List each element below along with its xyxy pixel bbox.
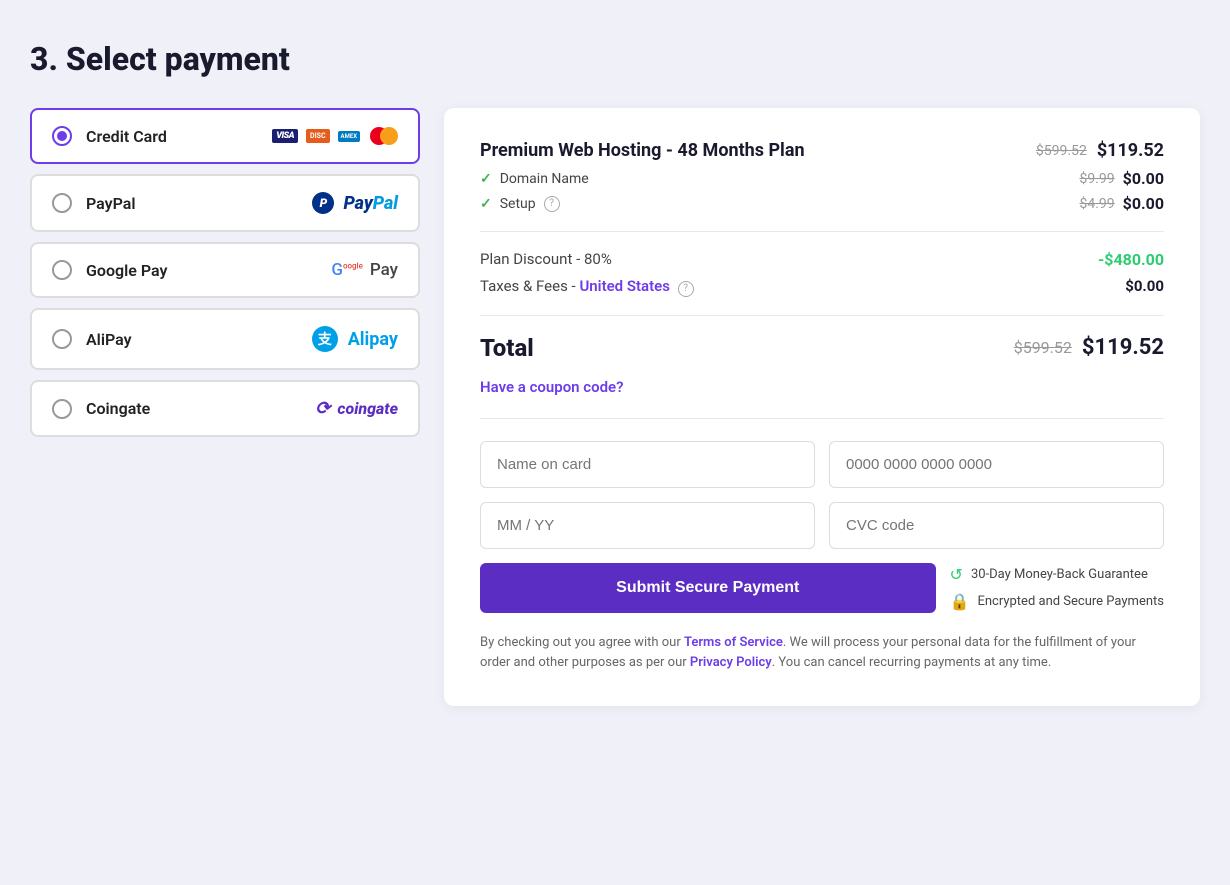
feature-domain-name: Domain Name [500, 171, 589, 187]
taxes-label: Taxes & Fees - United States ? [480, 277, 694, 297]
total-price-group: $599.52 $119.52 [1014, 335, 1164, 360]
coingate-label: Coingate [86, 399, 150, 418]
form-divider [480, 418, 1164, 419]
google-pay-label: Google Pay [86, 261, 167, 280]
form-row-top [480, 441, 1164, 488]
discount-label: Plan Discount - 80% [480, 250, 612, 269]
cvc-input[interactable] [829, 502, 1164, 549]
radio-coingate [52, 399, 72, 419]
mastercard-icon [370, 127, 398, 145]
alipay-logo: 支 Alipay [312, 326, 398, 352]
total-price-old: $599.52 [1014, 338, 1072, 357]
discount-row: Plan Discount - 80% -$480.00 [480, 250, 1164, 269]
lock-icon: 🔒 [950, 592, 970, 611]
encrypted-badge: 🔒 Encrypted and Secure Payments [950, 592, 1164, 611]
money-back-text: 30-Day Money-Back Guarantee [971, 567, 1148, 582]
privacy-link[interactable]: Privacy Policy [690, 655, 772, 670]
plan-row: Premium Web Hosting - 48 Months Plan $59… [480, 140, 1164, 161]
payment-option-left: Google Pay [52, 260, 167, 280]
paypal-label: PayPal [86, 194, 136, 213]
payment-option-google-pay[interactable]: Google Pay Google Pay [30, 242, 420, 298]
footer-text: By checking out you agree with our Terms… [480, 633, 1164, 675]
money-back-icon: ↺ [950, 565, 963, 584]
card-form: Submit Secure Payment ↺ 30-Day Money-Bac… [480, 441, 1164, 613]
pay-text: Pay [370, 260, 398, 280]
coingate-text: coingate [337, 399, 398, 418]
domain-price-new: $0.00 [1123, 169, 1164, 188]
alipay-text: Alipay [348, 329, 398, 350]
radio-google-pay [52, 260, 72, 280]
submit-payment-button[interactable]: Submit Secure Payment [480, 563, 936, 613]
radio-credit-card [52, 126, 72, 146]
total-price-new: $119.52 [1082, 335, 1164, 360]
card-number-input[interactable] [829, 441, 1164, 488]
taxes-amount: $0.00 [1125, 277, 1164, 297]
amex-icon: AMEX [338, 131, 360, 142]
payment-option-paypal[interactable]: PayPal P PayPal [30, 174, 420, 232]
plan-price-old: $599.52 [1036, 143, 1087, 159]
security-badges: ↺ 30-Day Money-Back Guarantee 🔒 Encrypte… [950, 565, 1164, 611]
feature-domain-left: ✓ Domain Name [480, 171, 589, 187]
feature-domain-price: $9.99 $0.00 [1079, 169, 1164, 188]
paypal-p-icon: P [312, 192, 334, 214]
payment-option-left: PayPal [52, 193, 136, 213]
feature-domain-row: ✓ Domain Name $9.99 $0.00 [480, 169, 1164, 188]
taxes-help-icon[interactable]: ? [678, 281, 694, 297]
total-row: Total $599.52 $119.52 [480, 334, 1164, 362]
payment-option-left: Credit Card [52, 126, 167, 146]
setup-price-new: $0.00 [1123, 194, 1164, 213]
page-title: 3. Select payment [30, 40, 1200, 78]
paypal-logo: P PayPal [312, 192, 398, 214]
check-domain-icon: ✓ [480, 171, 492, 187]
expiry-input[interactable] [480, 502, 815, 549]
terms-link[interactable]: Terms of Service [684, 635, 783, 650]
discover-icon: DISC [306, 129, 330, 143]
coingate-logo: ⟳ coingate [315, 398, 398, 419]
credit-card-label: Credit Card [86, 127, 167, 146]
radio-paypal [52, 193, 72, 213]
coupon-link[interactable]: Have a coupon code? [480, 378, 1164, 396]
plan-title: Premium Web Hosting - 48 Months Plan [480, 140, 805, 161]
money-back-badge: ↺ 30-Day Money-Back Guarantee [950, 565, 1164, 584]
payment-option-credit-card[interactable]: Credit Card VISA DISC AMEX [30, 108, 420, 164]
payment-option-alipay[interactable]: AliPay 支 Alipay [30, 308, 420, 370]
domain-price-old: $9.99 [1079, 171, 1114, 187]
total-label: Total [480, 334, 534, 362]
paypal-text: PayPal [343, 193, 398, 214]
plan-price-new: $119.52 [1097, 140, 1164, 161]
order-panel: Premium Web Hosting - 48 Months Plan $59… [444, 108, 1200, 706]
divider-1 [480, 231, 1164, 232]
setup-help-icon[interactable]: ? [544, 196, 560, 212]
check-setup-icon: ✓ [480, 196, 492, 212]
payment-option-left: AliPay [52, 329, 132, 349]
main-layout: Credit Card VISA DISC AMEX PayPal P PayP… [30, 108, 1200, 706]
action-row: Submit Secure Payment ↺ 30-Day Money-Bac… [480, 563, 1164, 613]
feature-setup-left: ✓ Setup ? [480, 196, 560, 212]
feature-setup-row: ✓ Setup ? $4.99 $0.00 [480, 194, 1164, 213]
alipay-label: AliPay [86, 330, 132, 349]
feature-setup-name: Setup [500, 196, 536, 212]
divider-2 [480, 315, 1164, 316]
payment-methods-list: Credit Card VISA DISC AMEX PayPal P PayP… [30, 108, 420, 437]
radio-alipay [52, 329, 72, 349]
feature-setup-price: $4.99 $0.00 [1079, 194, 1164, 213]
taxes-country-link[interactable]: United States [579, 277, 669, 295]
visa-icon: VISA [272, 129, 298, 143]
encrypted-text: Encrypted and Secure Payments [977, 594, 1164, 609]
form-row-bottom [480, 502, 1164, 549]
discount-amount: -$480.00 [1098, 250, 1164, 269]
payment-option-left: Coingate [52, 399, 150, 419]
taxes-row: Taxes & Fees - United States ? $0.00 [480, 277, 1164, 297]
name-on-card-input[interactable] [480, 441, 815, 488]
credit-card-logos: VISA DISC AMEX [272, 127, 398, 145]
g-icon: Google [331, 260, 363, 280]
coingate-icon: ⟳ [315, 398, 329, 419]
alipay-icon: 支 [312, 326, 338, 352]
plan-price-group: $599.52 $119.52 [1036, 140, 1164, 161]
setup-price-old: $4.99 [1079, 196, 1114, 212]
payment-option-coingate[interactable]: Coingate ⟳ coingate [30, 380, 420, 437]
google-pay-logo: Google Pay [331, 260, 398, 280]
